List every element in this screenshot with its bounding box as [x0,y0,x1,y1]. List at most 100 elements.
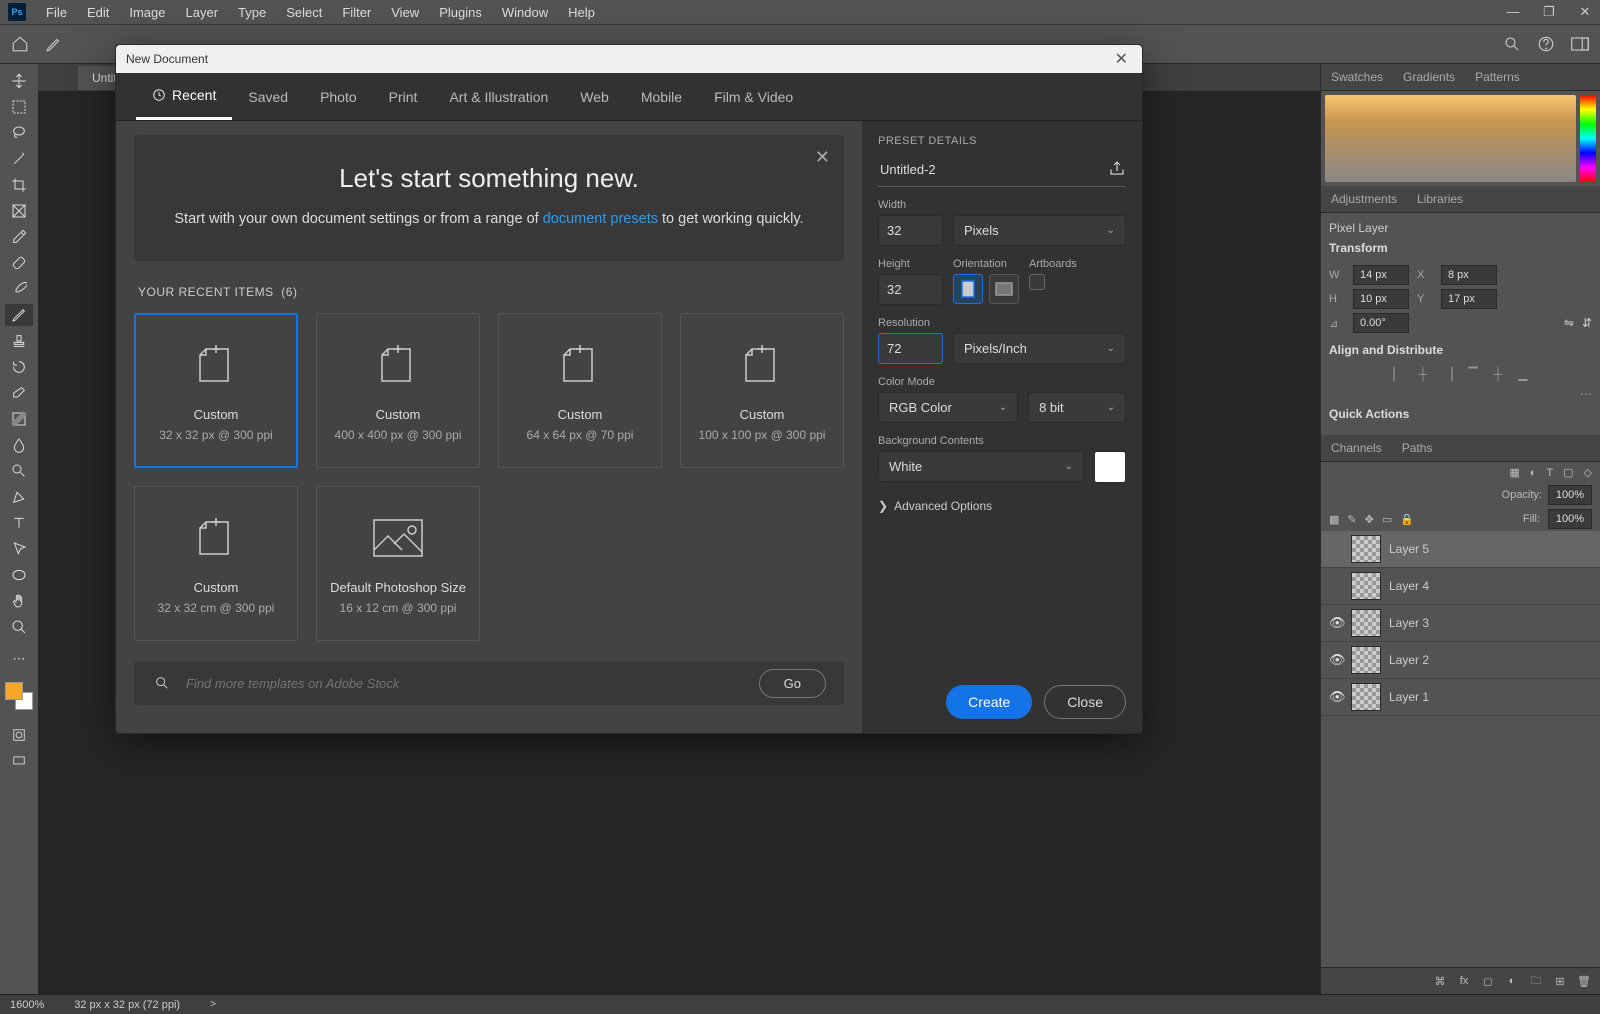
crop-tool-icon[interactable] [5,174,33,196]
status-caret-icon[interactable]: > [210,999,216,1010]
close-button[interactable]: Close [1044,685,1126,719]
link-layers-icon[interactable]: ⌘ [1432,973,1448,989]
shape-tool-icon[interactable] [5,564,33,586]
y-input[interactable] [1441,289,1497,309]
artboards-checkbox[interactable] [1029,274,1045,290]
preset-card[interactable]: Custom 64 x 64 px @ 70 ppi [498,313,662,468]
more-icon[interactable]: ⋯ [1329,387,1592,401]
more-tools-icon[interactable]: ⋯ [5,648,33,670]
panel-tab-paths[interactable]: Paths [1392,435,1443,461]
visibility-icon[interactable]: 👁 [1329,652,1343,668]
menu-layer[interactable]: Layer [176,1,229,24]
dismiss-banner-icon[interactable]: ✕ [815,147,830,168]
document-name-input[interactable] [878,160,1108,179]
preset-card[interactable]: Custom 32 x 32 cm @ 300 ppi [134,486,298,641]
x-input[interactable] [1441,265,1497,285]
width-unit-select[interactable]: Pixels⌄ [953,215,1126,246]
eraser-tool-icon[interactable] [5,382,33,404]
category-tab-saved[interactable]: Saved [232,73,304,120]
layer-fx-icon[interactable]: fx [1456,973,1472,989]
panel-tab-gradients[interactable]: Gradients [1393,64,1465,90]
quickmask-icon[interactable] [5,724,33,746]
resolution-input[interactable] [878,333,943,364]
panel-tab-adjustments[interactable]: Adjustments [1321,186,1407,212]
filter-text-icon[interactable]: T [1546,467,1553,479]
move-tool-icon[interactable] [5,70,33,92]
lock-paint-icon[interactable]: ✎ [1347,513,1356,526]
lock-position-icon[interactable]: ✥ [1365,513,1374,526]
category-tab-recent[interactable]: Recent [136,73,232,120]
preset-card[interactable]: Custom 400 x 400 px @ 300 ppi [316,313,480,468]
path-select-icon[interactable] [5,538,33,560]
layer-row[interactable]: Layer 4 [1321,568,1600,605]
lock-all-icon[interactable]: 🔒 [1400,513,1414,526]
bit-depth-select[interactable]: 8 bit⌄ [1028,392,1126,423]
document-presets-link[interactable]: document presets [543,211,658,227]
menu-image[interactable]: Image [119,1,175,24]
home-icon[interactable] [10,34,30,54]
search-icon[interactable] [1502,34,1522,54]
menu-file[interactable]: File [36,1,77,24]
pen-tool-icon[interactable] [5,486,33,508]
flip-h-icon[interactable]: ⇋ [1564,316,1574,330]
minimize-icon[interactable]: — [1506,4,1520,20]
brush-tool-icon[interactable] [5,278,33,300]
visibility-icon[interactable]: 👁 [1329,615,1343,631]
lock-transparent-icon[interactable]: ▩ [1329,513,1339,526]
orientation-portrait[interactable] [953,274,983,304]
stamp-tool-icon[interactable] [5,330,33,352]
go-button[interactable]: Go [759,669,826,698]
category-tab-web[interactable]: Web [564,73,625,120]
filter-shape-icon[interactable]: ▢ [1563,466,1573,479]
width-input[interactable] [878,215,943,246]
menu-select[interactable]: Select [276,1,332,24]
save-preset-icon[interactable] [1108,159,1126,180]
height-input[interactable] [878,274,943,305]
color-swatches[interactable] [5,682,33,710]
zoom-tool-icon[interactable] [5,616,33,638]
zoom-level[interactable]: 1600% [10,999,44,1011]
pencil-tool-icon[interactable] [42,32,66,56]
lock-nest-icon[interactable]: ▭ [1382,513,1392,526]
align-center-v-icon[interactable]: ┼ [1494,367,1503,381]
align-left-icon[interactable]: ▏ [1394,367,1403,381]
dodge-tool-icon[interactable] [5,460,33,482]
screenmode-icon[interactable] [5,750,33,772]
stock-search-input[interactable] [186,676,745,691]
foreground-color-swatch[interactable] [5,682,23,700]
orientation-landscape[interactable] [989,274,1019,304]
align-center-h-icon[interactable]: ┼ [1419,367,1428,381]
angle-input[interactable] [1353,313,1409,333]
category-tab-print[interactable]: Print [373,73,434,120]
panel-tab-libraries[interactable]: Libraries [1407,186,1473,212]
add-mask-icon[interactable]: ◻ [1480,973,1496,989]
menu-plugins[interactable]: Plugins [429,1,492,24]
help-icon[interactable] [1536,34,1556,54]
background-select[interactable]: White⌄ [878,451,1084,482]
background-color-swatch[interactable] [1094,451,1126,483]
menu-filter[interactable]: Filter [332,1,381,24]
align-top-icon[interactable]: ▔ [1469,367,1478,381]
close-window-icon[interactable]: ✕ [1578,4,1592,20]
category-tab-art-illustration[interactable]: Art & Illustration [433,73,564,120]
preset-card[interactable]: Custom 32 x 32 px @ 300 ppi [134,313,298,468]
category-tab-film-video[interactable]: Film & Video [698,73,809,120]
workspace-switcher-icon[interactable] [1570,34,1590,54]
marquee-tool-icon[interactable] [5,96,33,118]
menu-edit[interactable]: Edit [77,1,119,24]
wand-tool-icon[interactable] [5,148,33,170]
new-adjustment-icon[interactable]: ◐ [1504,973,1520,989]
gradient-tool-icon[interactable] [5,408,33,430]
category-tab-mobile[interactable]: Mobile [625,73,698,120]
hand-tool-icon[interactable] [5,590,33,612]
width-input[interactable] [1353,265,1409,285]
text-tool-icon[interactable] [5,512,33,534]
filter-pixel-icon[interactable]: ▦ [1509,466,1519,479]
color-picker-panel[interactable] [1321,91,1600,186]
panel-tab-patterns[interactable]: Patterns [1465,64,1530,90]
preset-card[interactable]: Default Photoshop Size 16 x 12 cm @ 300 … [316,486,480,641]
history-brush-icon[interactable] [5,356,33,378]
delete-layer-icon[interactable]: 🗑 [1576,973,1592,989]
maximize-icon[interactable]: ❐ [1542,4,1556,20]
eyedropper-tool-icon[interactable] [5,226,33,248]
